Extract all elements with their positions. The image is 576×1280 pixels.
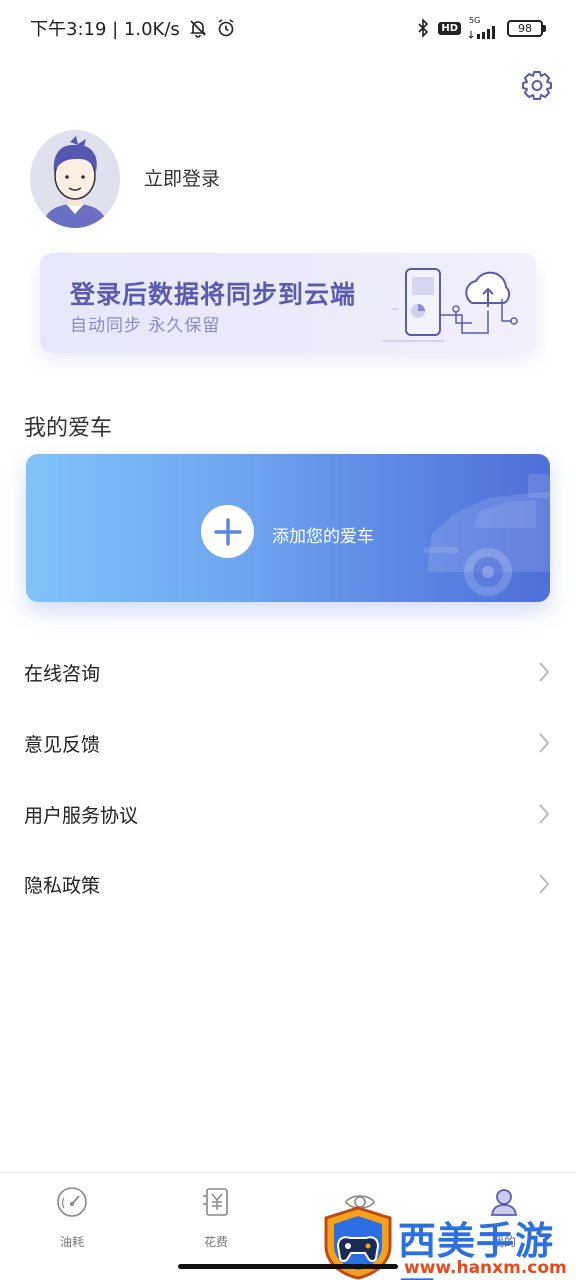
status-time-speed: 下午3:19 | 1.0K/s <box>30 19 180 40</box>
chevron-right-icon <box>536 872 552 896</box>
sync-banner[interactable]: 登录后数据将同步到云端 自动同步 永久保留 <box>40 253 536 353</box>
network-label: 5G <box>469 16 481 25</box>
alarm-icon <box>216 18 236 38</box>
watermark-url: www.hanxm.com <box>404 1258 567 1278</box>
bluetooth-icon <box>416 18 430 38</box>
gauge-icon <box>55 1185 89 1219</box>
status-right: HD 5G 98 <box>416 17 546 39</box>
home-indicator[interactable] <box>178 1264 398 1269</box>
menu-item-privacy-policy[interactable]: 隐私政策 <box>0 852 576 916</box>
hd-icon: HD <box>438 21 461 35</box>
add-car-card[interactable]: 添加您的爱车 <box>26 454 550 602</box>
tab-label: 花费 <box>203 1235 228 1249</box>
menu-item-online-consult[interactable]: 在线咨询 <box>0 640 576 704</box>
phone-cloud-sync-icon <box>382 268 518 342</box>
signal-icon: 5G <box>469 17 499 39</box>
my-car-section-title: 我的爱车 <box>24 416 113 441</box>
tab-label: 油耗 <box>59 1235 84 1249</box>
receipt-yuan-icon <box>199 1185 233 1219</box>
login-link[interactable]: 立即登录 <box>144 164 220 191</box>
menu-item-label: 在线咨询 <box>24 662 101 685</box>
chevron-right-icon <box>536 731 552 755</box>
avatar-illustration <box>30 130 120 228</box>
menu-item-feedback[interactable]: 意见反馈 <box>0 711 576 775</box>
menu-item-user-agreement[interactable]: 用户服务协议 <box>0 782 576 846</box>
mute-bell-icon <box>188 18 208 38</box>
menu-item-label: 用户服务协议 <box>24 804 139 827</box>
menu-item-label: 意见反馈 <box>24 733 101 756</box>
tab-expense[interactable]: 花费 <box>144 1173 288 1259</box>
gear-icon <box>522 71 552 100</box>
settings-button[interactable] <box>518 66 556 104</box>
chevron-right-icon <box>536 802 552 826</box>
plus-icon <box>213 517 242 546</box>
battery-level: 98 <box>507 19 543 37</box>
avatar[interactable] <box>30 130 120 228</box>
status-left: 下午3:19 | 1.0K/s <box>30 15 236 41</box>
battery-icon: 98 <box>507 19 546 37</box>
status-bar: 下午3:19 | 1.0K/s HD 5G 98 <box>0 0 576 56</box>
add-car-label: 添加您的爱车 <box>272 527 374 547</box>
sync-banner-title: 登录后数据将同步到云端 <box>70 280 357 309</box>
chevron-right-icon <box>536 660 552 684</box>
tab-fuel[interactable]: 油耗 <box>0 1173 144 1259</box>
sync-banner-subtitle: 自动同步 永久保留 <box>70 316 221 336</box>
car-silhouette-icon <box>424 474 550 596</box>
menu-item-label: 隐私政策 <box>24 874 101 897</box>
add-car-button[interactable] <box>201 505 254 558</box>
